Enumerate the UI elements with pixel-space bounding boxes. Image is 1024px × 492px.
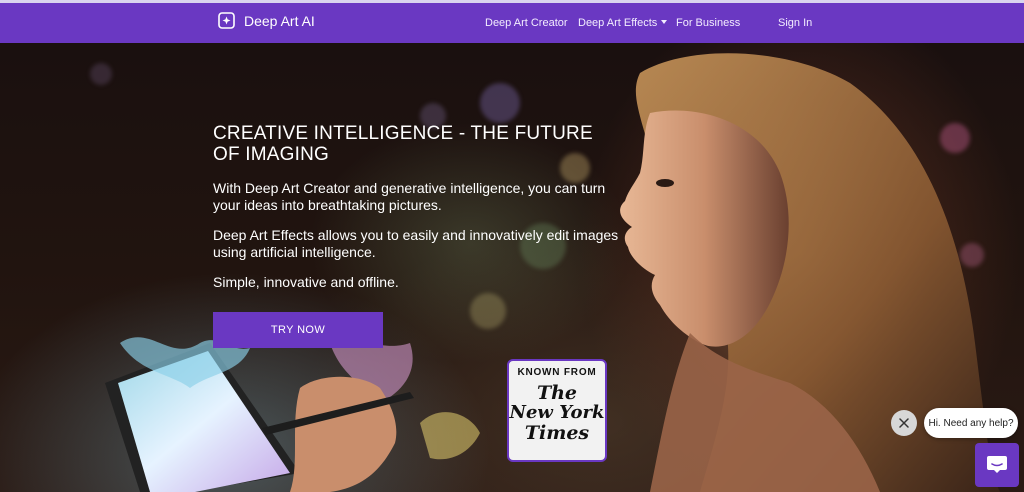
brand-logo[interactable]: Deep Art AI [218, 12, 315, 29]
try-now-button[interactable]: TRY NOW [213, 312, 383, 348]
nav-sign-in[interactable]: Sign In [778, 17, 812, 29]
hero-content: CREATIVE INTELLIGENCE - THE FUTURE OF IM… [213, 123, 623, 291]
hero-paragraph-offline: Simple, innovative and offline. [213, 274, 399, 290]
nyt-logo-line2: New York [509, 402, 605, 423]
press-badge-heading: KNOWN FROM [517, 367, 597, 378]
sparkle-square-icon [218, 12, 235, 29]
nav-deep-art-creator[interactable]: Deep Art Creator [485, 17, 568, 29]
chat-greeting-bubble[interactable]: Hi. Need any help? [924, 408, 1018, 438]
navbar: Deep Art AI Deep Art Creator Deep Art Ef… [0, 3, 1024, 43]
nav-for-business[interactable]: For Business [676, 17, 740, 29]
chat-close-button[interactable] [891, 410, 917, 436]
nav-deep-art-effects-label: Deep Art Effects [578, 17, 658, 29]
press-badge[interactable]: KNOWN FROM The New York Times [507, 359, 607, 462]
chat-launcher-button[interactable] [975, 443, 1019, 487]
nyt-logo: The New York Times [510, 383, 605, 443]
nyt-logo-line1: The [536, 382, 578, 404]
chat-icon [987, 456, 1007, 473]
hero-paragraph-effects: Deep Art Effects allows you to easily an… [213, 227, 619, 260]
close-icon [899, 418, 909, 428]
hero-section: CREATIVE INTELLIGENCE - THE FUTURE OF IM… [0, 43, 1024, 492]
hero-title: CREATIVE INTELLIGENCE - THE FUTURE OF IM… [213, 123, 593, 165]
chevron-down-icon [661, 20, 668, 24]
nyt-logo-line3: Times [524, 422, 590, 444]
hero-paragraph-creator: With Deep Art Creator and generative int… [213, 180, 606, 213]
nav-deep-art-effects[interactable]: Deep Art Effects [578, 17, 668, 29]
brand-name: Deep Art AI [244, 12, 315, 29]
